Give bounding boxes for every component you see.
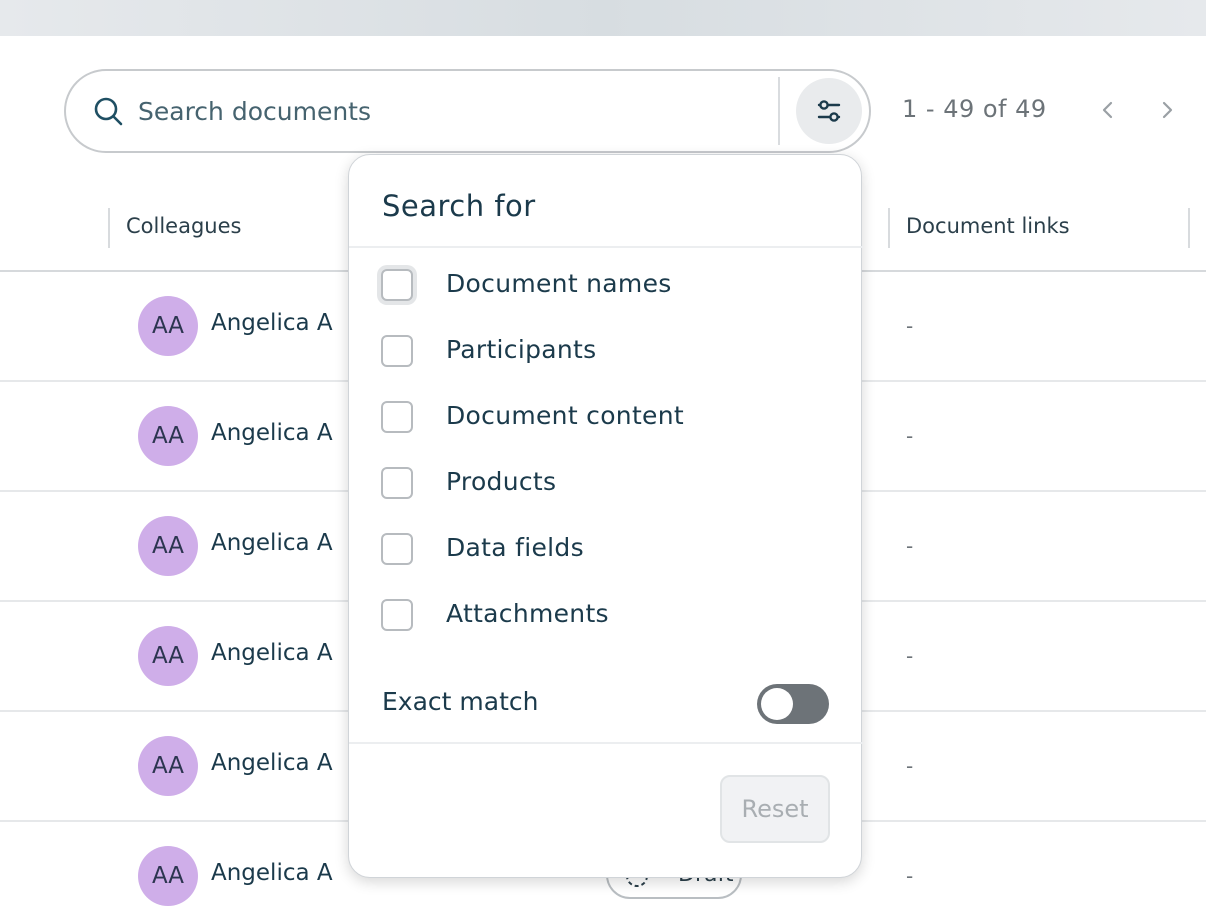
colleague-name: Angelica A — [211, 420, 333, 446]
option-label: Document content — [446, 401, 684, 430]
search-icon — [94, 97, 123, 126]
chevron-left-icon[interactable] — [1094, 96, 1122, 124]
exact-match-label: Exact match — [382, 687, 539, 716]
column-separator — [108, 208, 110, 248]
toggle-knob — [761, 688, 793, 720]
search-input[interactable] — [138, 89, 768, 133]
dropdown-divider — [349, 742, 863, 744]
document-link-value: - — [906, 424, 914, 448]
avatar: AA — [138, 736, 198, 796]
avatar: AA — [138, 296, 198, 356]
document-link-value: - — [906, 754, 914, 778]
pagination-range: 1 - 49 of 49 — [902, 95, 1047, 123]
dropdown-divider — [349, 246, 863, 248]
colleague-name: Angelica A — [211, 860, 333, 886]
reset-button[interactable]: Reset — [720, 775, 830, 843]
filter-option-products[interactable]: Products — [349, 459, 863, 509]
filter-option-document-content[interactable]: Document content — [349, 393, 863, 443]
column-header-document-links[interactable]: Document links — [906, 214, 1070, 238]
checkbox[interactable] — [381, 599, 413, 631]
filter-option-data-fields[interactable]: Data fields — [349, 525, 863, 575]
dropdown-title: Search for — [382, 189, 536, 223]
document-link-value: - — [906, 864, 914, 888]
chevron-right-icon[interactable] — [1153, 96, 1181, 124]
colleague-name: Angelica A — [211, 530, 333, 556]
option-label: Participants — [446, 335, 597, 364]
filter-option-attachments[interactable]: Attachments — [349, 591, 863, 641]
checkbox[interactable] — [381, 467, 413, 499]
option-label: Document names — [446, 269, 672, 298]
exact-match-toggle[interactable] — [757, 684, 829, 724]
search-bar[interactable] — [64, 69, 871, 153]
avatar: AA — [138, 406, 198, 466]
search-divider — [778, 77, 780, 145]
colleague-name: Angelica A — [211, 310, 333, 336]
filter-option-document-names[interactable]: Document names — [349, 261, 863, 311]
checkbox[interactable] — [381, 335, 413, 367]
avatar: AA — [138, 516, 198, 576]
search-filter-dropdown: Search for Document names Participants D… — [348, 154, 863, 878]
colleague-name: Angelica A — [211, 640, 333, 666]
checkbox[interactable] — [381, 401, 413, 433]
top-bar — [0, 0, 1206, 36]
colleague-name: Angelica A — [211, 750, 333, 776]
option-label: Products — [446, 467, 557, 496]
filter-option-participants[interactable]: Participants — [349, 327, 863, 377]
column-separator — [1188, 208, 1190, 248]
document-link-value: - — [906, 534, 914, 558]
checkbox[interactable] — [381, 533, 413, 565]
avatar: AA — [138, 846, 198, 906]
avatar: AA — [138, 626, 198, 686]
column-separator — [888, 208, 890, 248]
search-filter-button[interactable] — [796, 78, 862, 144]
option-label: Attachments — [446, 599, 609, 628]
document-link-value: - — [906, 644, 914, 668]
column-header-colleagues[interactable]: Colleagues — [126, 214, 241, 238]
document-link-value: - — [906, 314, 914, 338]
checkbox[interactable] — [381, 269, 413, 301]
sliders-icon — [817, 100, 841, 122]
option-label: Data fields — [446, 533, 584, 562]
